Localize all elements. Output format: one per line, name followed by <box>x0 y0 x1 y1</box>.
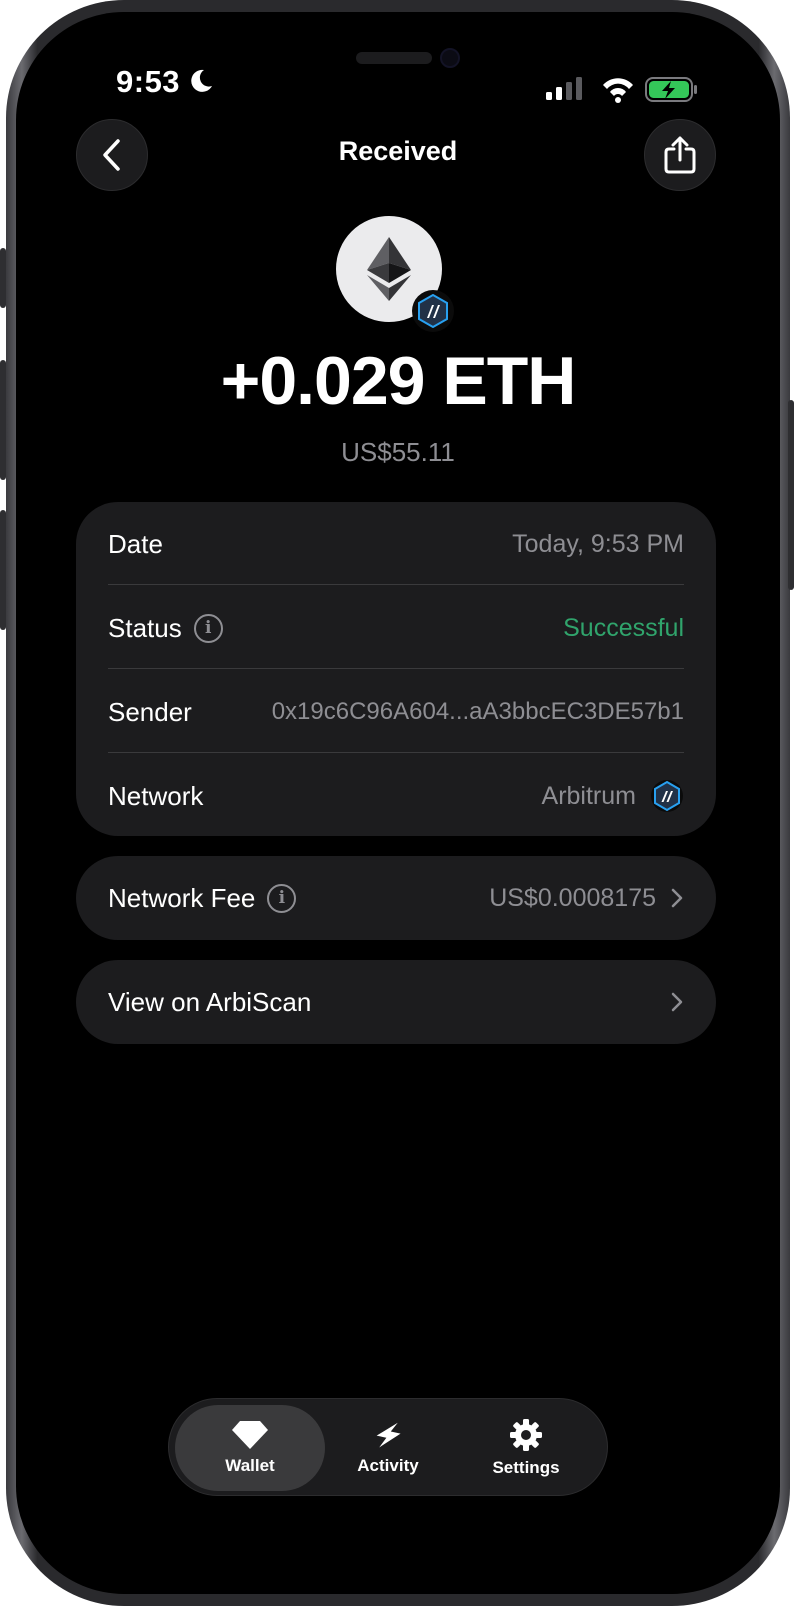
chevron-right-icon <box>671 888 683 908</box>
share-icon <box>664 136 696 174</box>
date-row: Date Today, 9:53 PM <box>108 502 684 586</box>
network-value: Arbitrum <box>541 781 636 810</box>
speaker-grille <box>356 52 432 64</box>
divider <box>108 584 684 585</box>
date-value: Today, 9:53 PM <box>512 529 684 558</box>
divider <box>108 668 684 669</box>
gem-icon <box>232 1421 268 1449</box>
wifi-icon <box>603 78 633 103</box>
volume-up-button <box>0 360 6 480</box>
tab-label: Wallet <box>225 1456 275 1475</box>
sender-label: Sender <box>108 696 192 727</box>
sender-row[interactable]: Sender 0x19c6C96A604...aA3bbcEC3DE57b1 <box>108 670 684 754</box>
status-value: Successful <box>563 613 684 642</box>
network-label: Network <box>108 780 204 811</box>
share-button[interactable] <box>644 119 716 191</box>
tab-settings[interactable]: Settings <box>451 1405 601 1491</box>
status-row: Status i Successful <box>108 586 684 670</box>
arbitrum-badge <box>412 290 454 332</box>
tab-activity[interactable]: Activity <box>313 1405 463 1491</box>
amount: +0.029 ETH <box>220 343 577 419</box>
screen: 9:53 Received +0.029 ETH US$55.11 Date T… <box>16 12 780 1594</box>
status-label: Status <box>108 612 182 643</box>
chevron-right-icon <box>671 992 683 1012</box>
arbitrum-icon <box>418 294 448 328</box>
info-icon[interactable]: i <box>193 613 223 643</box>
fiat-value: US$55.11 <box>341 437 455 467</box>
tab-wallet[interactable]: Wallet <box>175 1405 325 1491</box>
sender-address[interactable]: 0x19c6C96A604...aA3bbcEC3DE57b1 <box>272 698 684 726</box>
gear-icon <box>510 1419 542 1451</box>
view-on-explorer-label: View on ArbiScan <box>108 986 312 1017</box>
moon-icon <box>191 69 212 92</box>
details-card: Date Today, 9:53 PM Status i Successful … <box>76 502 716 836</box>
status-time: 9:53 <box>116 64 181 99</box>
bolt-icon <box>376 1422 401 1448</box>
info-icon[interactable]: i <box>267 883 297 913</box>
ethereum-icon <box>367 237 411 301</box>
network-fee-label: Network Fee <box>108 882 256 913</box>
status-icons <box>546 77 697 103</box>
battery-icon <box>645 77 697 102</box>
network-row: Network Arbitrum <box>108 754 684 838</box>
tab-bar: Wallet Activity Settings <box>168 1398 608 1496</box>
tab-label: Settings <box>492 1458 560 1477</box>
arbitrum-icon <box>651 780 683 812</box>
action-button <box>0 248 6 308</box>
view-on-explorer-button[interactable]: View on ArbiScan <box>76 960 716 1044</box>
network-fee-value: US$0.0008175 <box>489 883 656 912</box>
power-button <box>788 400 794 590</box>
divider <box>108 752 684 753</box>
tab-label: Activity <box>357 1456 419 1475</box>
network-fee-row[interactable]: Network Fee i US$0.0008175 <box>76 856 716 940</box>
date-label: Date <box>108 528 163 559</box>
volume-down-button <box>0 510 6 630</box>
signal-icon <box>546 77 582 100</box>
front-camera <box>440 48 460 68</box>
